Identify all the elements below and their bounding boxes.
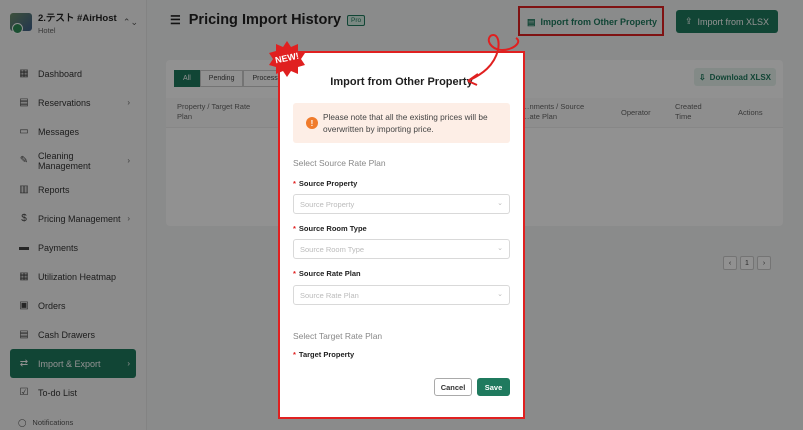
target-property-label: * Target Property — [293, 350, 355, 359]
source-room-placeholder: Source Room Type — [300, 245, 365, 254]
source-rate-label: * Source Rate Plan — [293, 269, 361, 278]
pointer-arrow-icon — [467, 34, 520, 86]
cancel-button[interactable]: Cancel — [434, 378, 472, 396]
source-property-select[interactable]: Source Property ⌄ — [293, 194, 510, 214]
new-badge: NEW! — [268, 40, 306, 78]
warning-icon: ! — [306, 117, 318, 129]
chevron-down-icon: ⌄ — [497, 200, 503, 207]
source-room-select[interactable]: Source Room Type ⌄ — [293, 239, 510, 259]
overwrite-warning: ! Please note that all the existing pric… — [293, 103, 510, 143]
source-property-placeholder: Source Property — [300, 200, 355, 209]
source-property-label: * Source Property — [293, 179, 358, 188]
chevron-down-icon: ⌄ — [497, 245, 503, 252]
chevron-down-icon: ⌄ — [497, 291, 503, 298]
import-modal: Import from Other Property ! Please note… — [280, 53, 523, 417]
source-rate-placeholder: Source Rate Plan — [300, 291, 359, 300]
save-button[interactable]: Save — [477, 378, 510, 396]
warning-text: Please note that all the existing prices… — [323, 112, 488, 134]
source-rate-select[interactable]: Source Rate Plan ⌄ — [293, 285, 510, 305]
source-section-title: Select Source Rate Plan — [293, 158, 386, 168]
source-room-label: * Source Room Type — [293, 224, 367, 233]
target-section-title: Select Target Rate Plan — [293, 331, 383, 341]
